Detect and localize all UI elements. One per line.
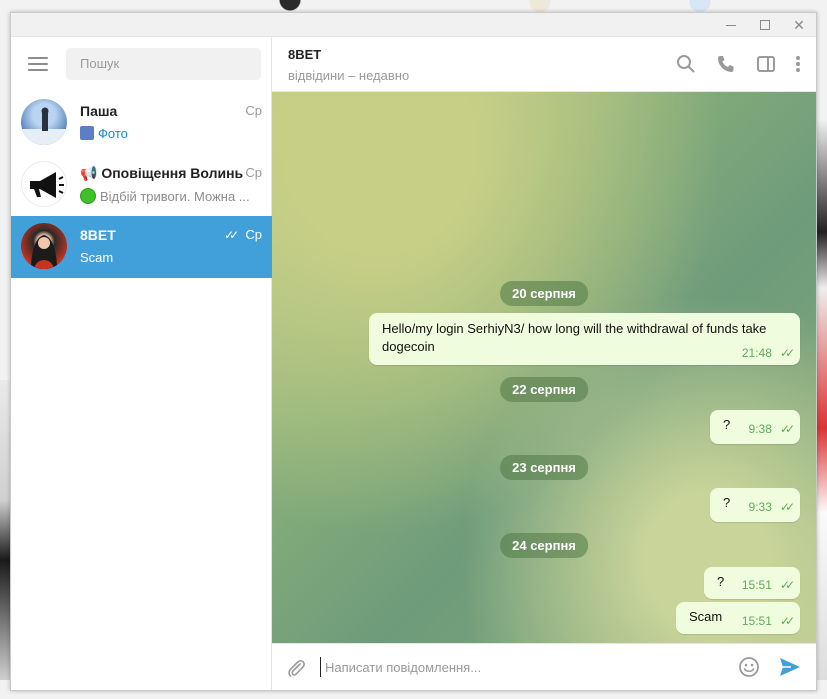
avatar <box>21 161 67 207</box>
chat-header[interactable]: 8BET відвідини – недавно <box>272 37 816 92</box>
green-circle-icon <box>80 188 96 204</box>
close-icon: ✕ <box>793 16 805 33</box>
phone-icon[interactable] <box>716 54 736 74</box>
chat-title: 8BET <box>288 47 322 62</box>
date-separator: 20 серпня <box>500 281 588 306</box>
telegram-window: ✕ Пошук Паша Ср Фото 📢 Оповіщення Волинь… <box>10 12 817 691</box>
message-time: 15:51 <box>741 578 772 592</box>
desktop-wallpaper-right <box>817 120 827 680</box>
message-text: ? <box>723 495 731 510</box>
send-icon[interactable] <box>778 656 802 678</box>
read-checks-icon: ✓✓ <box>224 228 239 242</box>
message-input[interactable] <box>320 657 720 677</box>
chat-status: відвідини – недавно <box>288 68 410 83</box>
message-text: ? <box>717 574 725 589</box>
read-checks-icon: ✓✓ <box>779 346 795 360</box>
maximize-button[interactable] <box>748 13 782 37</box>
chat-time: ✓✓ Ср <box>224 227 262 242</box>
chat-time: Ср <box>245 103 262 118</box>
chat-item-8bet[interactable]: 8BET ✓✓ Ср Scam <box>11 216 272 278</box>
read-checks-icon: ✓✓ <box>779 614 795 628</box>
conversation-pane: 8BET відвідини – недавно 20 серпня Hello… <box>272 37 816 690</box>
read-checks-icon: ✓✓ <box>779 422 795 436</box>
message-outgoing[interactable]: ? 15:51 ✓✓ <box>704 567 800 599</box>
message-meta: 21:48 ✓✓ <box>741 346 795 360</box>
menu-icon[interactable] <box>28 57 48 71</box>
message-meta: 15:51 ✓✓ <box>741 614 795 628</box>
minimize-icon <box>726 24 736 26</box>
more-vertical-icon[interactable] <box>788 54 808 74</box>
chat-preview-text: Фото <box>98 126 128 141</box>
search-icon[interactable] <box>676 54 696 74</box>
chat-item-volyn-alerts[interactable]: 📢 Оповіщення Волинь Ср Відбій тривоги. М… <box>11 154 272 216</box>
message-time: 21:48 <box>741 346 772 360</box>
search-input[interactable]: Пошук <box>66 48 261 80</box>
read-checks-icon: ✓✓ <box>779 578 795 592</box>
chat-name: 8BET <box>80 227 116 243</box>
date-separator: 22 серпня <box>500 377 588 402</box>
read-checks-icon: ✓✓ <box>779 500 795 514</box>
date-separator: 23 серпня <box>500 455 588 480</box>
photo-icon <box>80 126 94 140</box>
message-list[interactable]: 20 серпня Hello/my login SerhiyN3/ how l… <box>272 92 816 643</box>
message-text: Scam <box>689 609 723 624</box>
chat-time: Ср <box>245 165 262 180</box>
minimize-button[interactable] <box>714 13 748 37</box>
desktop-wallpaper-left <box>0 380 10 680</box>
chat-name: 📢 Оповіщення Волинь <box>80 165 244 181</box>
message-meta: 9:38 ✓✓ <box>748 422 796 436</box>
sidebar-header: Пошук <box>11 37 271 92</box>
message-meta: 9:33 ✓✓ <box>748 500 796 514</box>
message-outgoing[interactable]: Hello/my login SerhiyN3/ how long will t… <box>369 313 800 365</box>
chat-time-text: Ср <box>245 227 262 242</box>
chat-name: Паша <box>80 103 118 119</box>
avatar <box>21 99 67 145</box>
message-meta: 15:51 ✓✓ <box>741 578 795 592</box>
sidebar-toggle-icon[interactable] <box>756 54 776 74</box>
message-time: 15:51 <box>741 614 772 628</box>
message-outgoing[interactable]: ? 9:38 ✓✓ <box>710 410 800 444</box>
emoji-icon[interactable] <box>738 656 760 678</box>
message-outgoing[interactable]: Scam 15:51 ✓✓ <box>676 602 800 634</box>
message-outgoing[interactable]: ? 9:33 ✓✓ <box>710 488 800 522</box>
message-time: 9:38 <box>748 422 772 436</box>
message-time: 9:33 <box>748 500 772 514</box>
close-button[interactable]: ✕ <box>782 13 816 37</box>
chat-list-sidebar: Пошук Паша Ср Фото 📢 Оповіщення Волинь С… <box>11 37 272 690</box>
message-text: Hello/my login SerhiyN3/ how long will t… <box>382 321 767 354</box>
chat-item-pasha[interactable]: Паша Ср Фото <box>11 92 272 154</box>
avatar <box>21 223 67 269</box>
attach-icon[interactable] <box>286 658 306 678</box>
chat-preview: Scam <box>80 250 114 265</box>
chat-preview: Фото <box>80 126 260 141</box>
chat-preview: Відбій тривоги. Можна ... <box>80 188 260 204</box>
chat-preview-text: Відбій тривоги. Можна ... <box>100 189 250 204</box>
maximize-icon <box>760 20 770 30</box>
title-bar[interactable]: ✕ <box>11 13 816 37</box>
message-composer <box>272 643 816 690</box>
message-text: ? <box>723 417 731 432</box>
date-separator: 24 серпня <box>500 533 588 558</box>
